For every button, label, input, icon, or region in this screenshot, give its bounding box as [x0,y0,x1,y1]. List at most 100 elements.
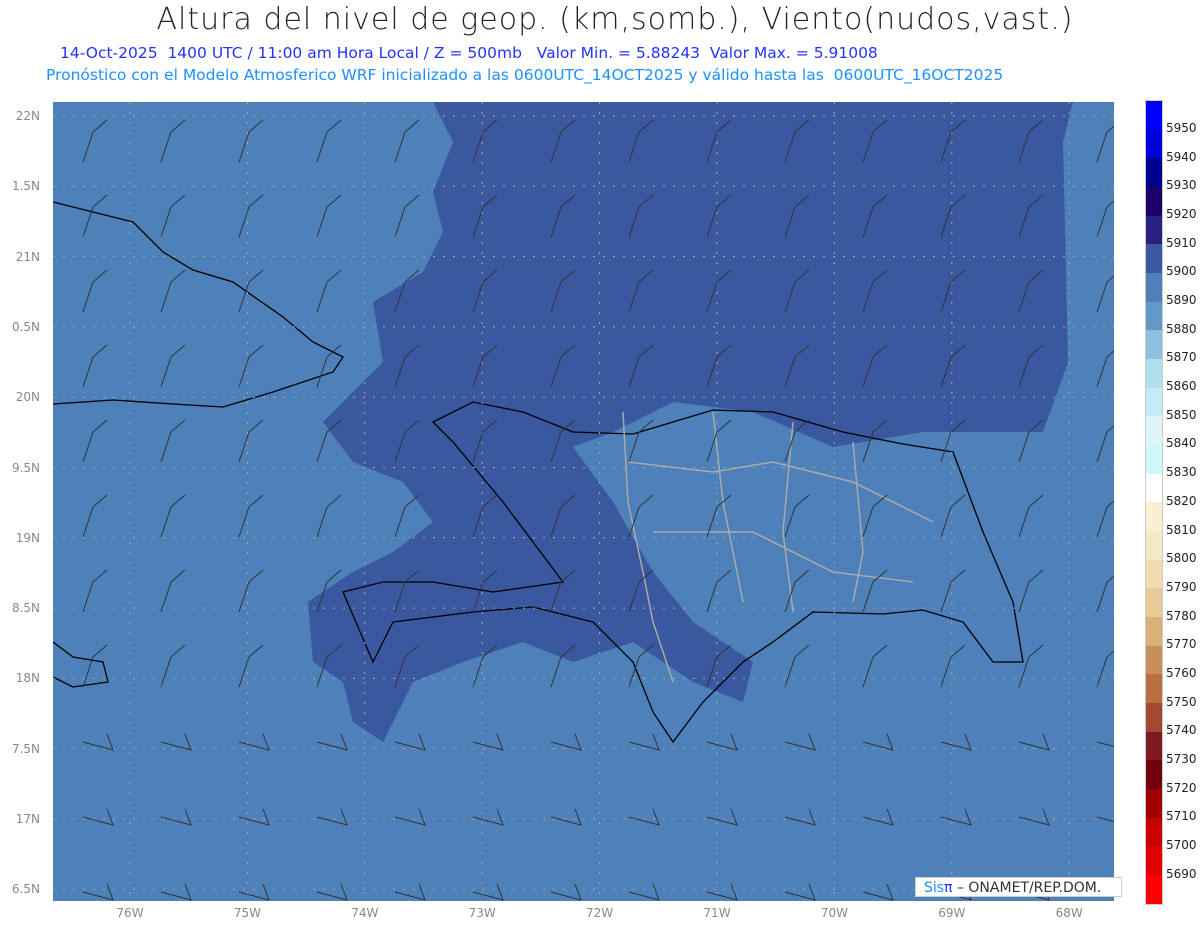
wind-barb [394,883,426,901]
jamaica-coastline [53,641,109,688]
colorbar-label: 5810 [1166,522,1197,537]
wind-barb [862,644,888,688]
colorbar-label: 5840 [1166,436,1197,451]
wind-barb [82,733,114,751]
wind-barb [862,808,894,826]
colorbar-label: 5880 [1166,321,1197,336]
wind-barb [1096,816,1114,823]
wind-barb [940,733,972,751]
lon-label: 76W [116,906,144,920]
lon-label: 69W [938,906,966,920]
wind-barb [316,269,342,313]
colorbar-segment [1146,445,1162,474]
lat-label: 8.5N [11,601,40,616]
colorbar-segment [1146,559,1162,589]
colorbar-segment [1146,760,1162,790]
credit-box: Sisπ – ONAMET/REP.DOM. [915,877,1122,897]
wind-barb [82,808,114,826]
wind-barb [862,883,894,901]
wind-barb [706,883,738,901]
wind-barb [238,883,270,901]
colorbar-segment [1146,473,1162,503]
wind-barb [1018,733,1050,751]
wind-barb [1096,650,1114,688]
map-title: Altura del nivel de geop. (km,somb.), Vi… [156,2,1074,37]
colorbar-label: 5770 [1166,637,1197,652]
colorbar-segment [1146,674,1162,704]
colorbar-label: 5950 [1166,121,1197,135]
wind-barb [238,808,270,826]
wind-barb [160,733,192,751]
wind-barb [160,344,186,388]
colorbar-segment [1146,158,1162,188]
colorbar-segment [1146,244,1162,274]
colorbar-segment [1146,301,1162,331]
wind-barb [1018,808,1050,826]
wind-barb [1096,125,1114,163]
wind-barb [550,883,582,901]
wind-barb [940,808,972,826]
wind-barb [238,194,264,238]
wind-barb [1096,500,1114,538]
lat-label: 19N [15,530,40,545]
lat-label: 6.5N [11,882,40,897]
wind-barb [394,733,426,751]
colorbar-label: 5780 [1166,608,1197,623]
lon-label: 68W [1055,906,1083,920]
map-canvas [53,102,1114,901]
wind-barb [160,808,192,826]
colorbar-label: 5710 [1166,809,1197,824]
wind-barb [472,883,504,901]
wind-barb [784,644,810,688]
wind-barb [628,733,660,751]
colorbar-label: 5930 [1166,178,1197,193]
wind-barb [1018,569,1044,613]
wind-barb [82,269,108,313]
wind-barb [1096,575,1114,613]
wind-barb [316,808,348,826]
wind-barb [628,494,654,538]
wind-barb [82,194,108,238]
wind-barb [1096,200,1114,238]
map-subtitle-model: Pronóstico con el Modelo Atmosferico WRF… [46,66,1004,84]
wind-barb [940,494,966,538]
wind-barb [316,733,348,751]
lat-label: 18N [15,671,40,686]
wind-barb [784,808,816,826]
colorbar-label: 5790 [1166,579,1197,594]
colorbar-label: 5720 [1166,780,1197,795]
wind-barb [706,733,738,751]
wind-barb [862,494,888,538]
colorbar-label: 5690 [1166,866,1197,881]
wind-barb [706,494,732,538]
wind-barb [82,119,108,163]
wind-barb [706,808,738,826]
wind-barb [238,344,264,388]
wind-barb [82,344,108,388]
lon-label: 74W [351,906,379,920]
wind-barb [316,119,342,163]
wind-barb [628,808,660,826]
lat-label: 0.5N [11,319,40,334]
wind-barb [784,883,816,901]
wind-barb [1096,350,1114,388]
wind-barb [1096,741,1114,748]
lon-label: 70W [820,906,848,920]
wind-barb [394,494,420,538]
credit-text: – ONAMET/REP.DOM. [952,880,1102,896]
colorbar-segment [1146,129,1162,159]
colorbar-segment [1146,273,1162,302]
colorbar-segment [1146,588,1162,618]
wind-barb [160,119,186,163]
colorbar-segment [1146,531,1162,560]
lat-label: 17N [15,812,40,826]
wind-barb [1018,644,1044,688]
colorbar-label: 5750 [1166,694,1197,709]
colorbar-segment [1146,387,1162,417]
colorbar-segment [1146,846,1162,876]
wind-barb [472,808,504,826]
geopotential-5900-region [308,102,1073,742]
geopotential-map [53,102,1114,901]
colorbar-label: 5830 [1166,465,1197,480]
wind-barb [316,494,342,538]
